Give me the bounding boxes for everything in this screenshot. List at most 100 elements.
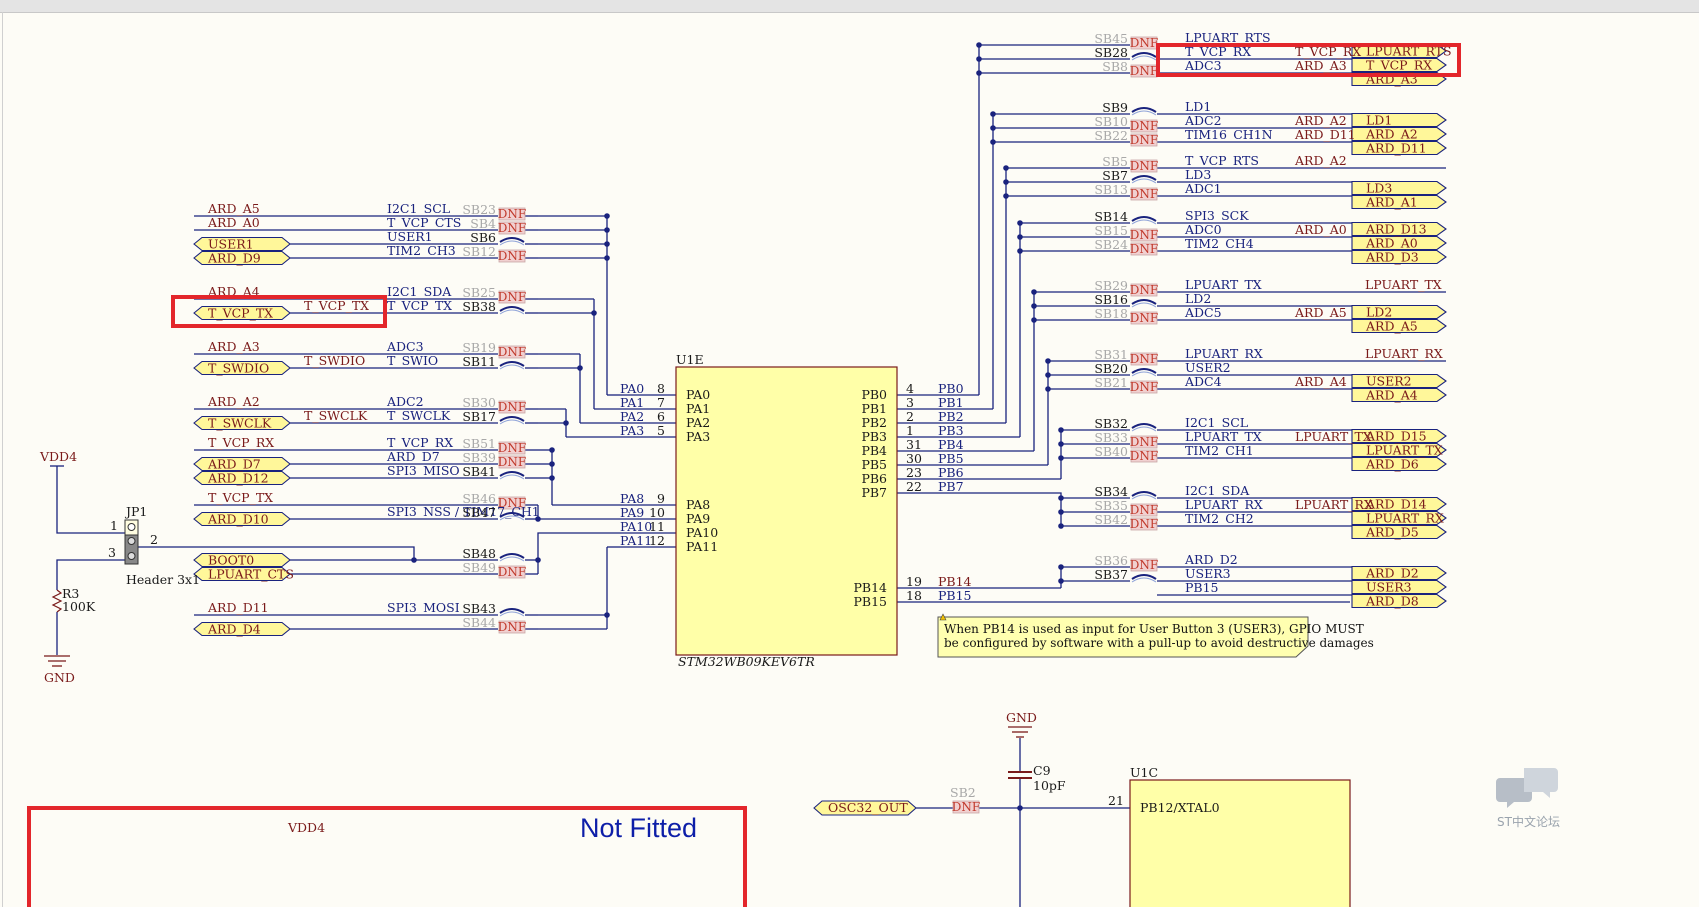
left-sb-designator-8: SB30: [462, 395, 496, 410]
right-signal-label-14: ADC5: [1184, 305, 1222, 320]
left-sb-designator-12: SB41: [462, 464, 496, 479]
junction-dot: [990, 125, 996, 131]
left-port-9-label: T_SWCLK: [208, 416, 272, 431]
mcu-right-pin-net: PB5: [938, 451, 964, 466]
junction-dot: [990, 139, 996, 145]
right-port-18-label: ARD_D15: [1365, 429, 1427, 444]
resistor-value: 100K: [62, 599, 96, 614]
right-sb-designator-5: SB22: [1094, 128, 1128, 143]
right-mid-label-19: LPUART_TX: [1295, 429, 1372, 444]
left-sb-designator-0: SB23: [462, 202, 496, 217]
right-dnf-label-19: DNF: [1130, 435, 1158, 449]
mcu-right-pin-name: PB3: [861, 429, 887, 444]
jumper-pin-hole: [127, 552, 136, 560]
left-sb-designator-1: SB4: [470, 216, 496, 231]
junction-dot: [1031, 317, 1037, 323]
u1c-pin-number: 21: [1108, 793, 1124, 808]
mcu-right-pin-number: 19: [906, 574, 922, 589]
resistor-ground-label: GND: [44, 670, 75, 685]
mcu-right-pin-net: PB15: [938, 588, 972, 603]
right-sb-designator-23: SB42: [1094, 512, 1128, 527]
left-dnf-label-8: DNF: [498, 400, 526, 414]
mcu-right-pin-net: PB0: [938, 381, 964, 396]
schematic-canvas: 8 PA0 PA0 7 PA1 PA1 6 PA2 PA2 5 PA3 PA3 9 PA8 PA8 10 PA9…: [27, 30, 1560, 907]
right-port-19-label: LPUART_TX: [1366, 443, 1443, 458]
mcu-left-pin-name: PA8: [686, 497, 710, 512]
right-mid-label-14: ARD_A5: [1294, 305, 1347, 320]
right-sb-designator-17: SB21: [1094, 375, 1128, 390]
left-sb-designator-7: SB11: [462, 354, 496, 369]
osc32-out-port-label: OSC32_OUT: [828, 800, 908, 815]
right-dnf-label-0: DNF: [1130, 36, 1158, 50]
mcu-left-pin-net: PA2: [620, 409, 644, 424]
right-port-22-label: LPUART_RX: [1366, 511, 1444, 526]
junction-dot: [1045, 372, 1051, 378]
mcu-left-pin-number: 9: [657, 491, 665, 506]
right-dnf-label-22: DNF: [1130, 503, 1158, 517]
right-sb-designator-20: SB40: [1094, 444, 1128, 459]
junction-dot: [1017, 220, 1023, 226]
right-sb-designator-13: SB16: [1094, 292, 1128, 307]
right-port-24-label: ARD_D2: [1365, 566, 1419, 581]
junction-dot: [1045, 386, 1051, 392]
left-signal-label-17: SPI3_MOSI: [387, 600, 460, 615]
right-signal-label-2: ADC3: [1184, 58, 1222, 73]
junction-dot: [1017, 234, 1023, 240]
jumper-pin-hole: [127, 537, 136, 545]
right-port-11-label: ARD_D3: [1365, 250, 1419, 265]
left-port-12-label: ARD_D12: [207, 471, 269, 486]
junction-dot: [976, 70, 982, 76]
junction-dot: [1003, 193, 1009, 199]
left-solder-bridge-shadow-12: [499, 474, 525, 480]
right-solder-bridge-shadow-13: [1131, 302, 1157, 308]
mcu-right-pin-net: PB14: [938, 574, 972, 589]
left-solder-bridge-shadow-9: [499, 419, 525, 425]
junction-dot: [604, 241, 610, 247]
left-solder-bridge-shadow-5: [499, 309, 525, 315]
right-signal-label-24: ARD_D2: [1184, 552, 1238, 567]
right-sb-designator-15: SB31: [1094, 347, 1128, 362]
right-mid-label-17: ARD_A4: [1294, 374, 1347, 389]
junction-dot: [990, 111, 996, 117]
junction-dot: [1058, 427, 1064, 433]
right-signal-label-20: TIM2_CH1: [1185, 443, 1254, 458]
junction-dot: [604, 227, 610, 233]
left-mid-label-7: T_SWDIO: [304, 353, 365, 368]
right-dnf-label-8: DNF: [1130, 187, 1158, 201]
forum-watermark: ST中文论坛: [1497, 814, 1560, 829]
right-port-14-label: ARD_A5: [1365, 319, 1418, 334]
jumper-pin-hole: [127, 523, 136, 531]
mcu-right-pin-name: PB5: [861, 457, 887, 472]
right-port-10-label: ARD_A0: [1365, 236, 1418, 251]
left-sb-designator-3: SB12: [462, 244, 496, 259]
junction-dot: [1031, 289, 1037, 295]
right-port-23-label: ARD_D5: [1365, 525, 1419, 540]
mcu-right-pin-net: PB6: [938, 465, 964, 480]
junction-dot: [976, 56, 982, 62]
right-signal-label-6: T_VCP_RTS: [1185, 153, 1259, 168]
left-signal-label-8: ADC2: [386, 394, 424, 409]
left-net-label-17: ARD_D11: [207, 600, 269, 615]
right-signal-label-19: LPUART_TX: [1185, 429, 1262, 444]
right-sb-designator-24: SB36: [1094, 553, 1128, 568]
right-sb-designator-1: SB28: [1094, 45, 1128, 60]
junction-dot: [1058, 523, 1064, 529]
right-port-20-label: ARD_D6: [1365, 457, 1419, 472]
vdd4-supply-label: VDD4: [39, 449, 77, 464]
mcu-right-pin-name: PB2: [861, 415, 887, 430]
mcu-left-pin-net: PA8: [620, 491, 644, 506]
mcu-right-pin-number: 31: [906, 437, 922, 452]
left-sb-designator-14: SB47: [462, 505, 496, 520]
right-signal-label-22: LPUART_RX: [1185, 497, 1263, 512]
left-net-label-13: T_VCP_TX: [208, 490, 273, 505]
right-dnf-label-10: DNF: [1130, 228, 1158, 242]
resistor-r3: [51, 589, 63, 613]
right-port-9-label: ARD_D13: [1365, 222, 1427, 237]
junction-dot: [1058, 509, 1064, 515]
right-plain-net-12: LPUART_TX: [1365, 277, 1442, 292]
right-dnf-label-6: DNF: [1130, 159, 1158, 173]
left-solder-bridge-shadow-15: [499, 556, 525, 562]
capacitor-value: 10pF: [1033, 778, 1066, 793]
right-solder-bridge-shadow-25: [1131, 577, 1157, 583]
right-signal-label-21: I2C1_SDA: [1185, 483, 1250, 498]
